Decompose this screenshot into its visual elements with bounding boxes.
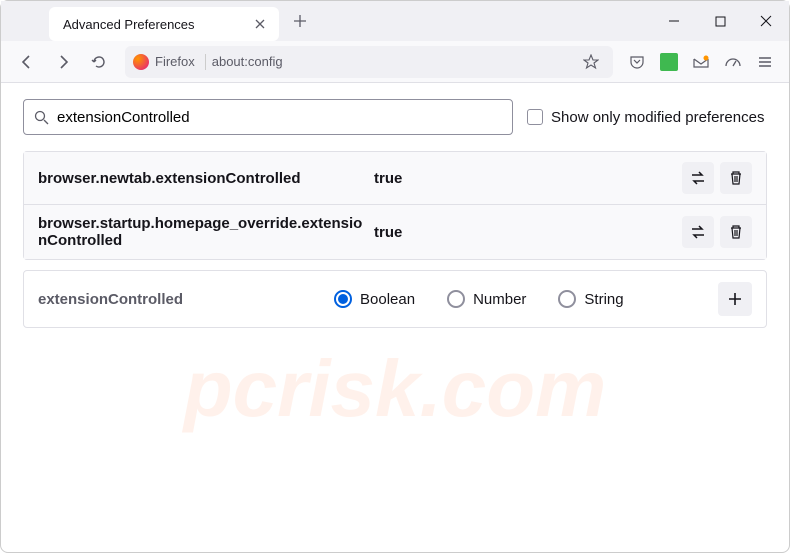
browser-tab[interactable]: Advanced Preferences	[49, 7, 279, 41]
search-box[interactable]	[23, 99, 513, 135]
forward-button[interactable]	[47, 46, 79, 78]
search-input[interactable]	[57, 109, 502, 126]
delete-button[interactable]	[720, 162, 752, 194]
preference-actions	[682, 162, 752, 194]
menu-button[interactable]	[751, 48, 779, 76]
toggle-button[interactable]	[682, 162, 714, 194]
preference-row: browser.startup.homepage_override.extens…	[24, 205, 766, 259]
browser-toolbar: Firefox about:config	[1, 41, 789, 83]
delete-button[interactable]	[720, 216, 752, 248]
activity-button[interactable]	[719, 48, 747, 76]
watermark-text: pcrisk.com	[184, 343, 606, 435]
preference-value: true	[368, 170, 682, 187]
tab-close-button[interactable]	[251, 15, 269, 33]
checkbox-icon	[527, 109, 543, 125]
account-button[interactable]	[687, 48, 715, 76]
add-preference-button[interactable]	[718, 282, 752, 316]
preference-actions	[682, 216, 752, 248]
window-controls	[651, 1, 789, 41]
maximize-button[interactable]	[697, 1, 743, 41]
show-modified-checkbox[interactable]: Show only modified preferences	[527, 109, 764, 126]
new-preference-name: extensionControlled	[38, 291, 328, 308]
identity-box[interactable]: Firefox	[133, 54, 206, 70]
preference-name: browser.newtab.extensionControlled	[38, 170, 368, 187]
back-button[interactable]	[11, 46, 43, 78]
radio-icon	[558, 290, 576, 308]
extension-icon[interactable]	[655, 48, 683, 76]
firefox-logo-icon	[133, 54, 149, 70]
pocket-button[interactable]	[623, 48, 651, 76]
minimize-button[interactable]	[651, 1, 697, 41]
radio-icon	[447, 290, 465, 308]
preference-name: browser.startup.homepage_override.extens…	[38, 215, 368, 249]
type-radio-string[interactable]: String	[558, 290, 623, 308]
new-preference-row: extensionControlled Boolean Number Strin…	[24, 271, 766, 327]
preferences-list: browser.newtab.extensionControlled true …	[23, 151, 767, 260]
show-modified-label: Show only modified preferences	[551, 109, 764, 126]
radio-icon	[334, 290, 352, 308]
preference-value: true	[368, 224, 682, 241]
preference-row: browser.newtab.extensionControlled true	[24, 152, 766, 205]
tab-title: Advanced Preferences	[63, 17, 243, 32]
type-label: Boolean	[360, 291, 415, 308]
search-row: Show only modified preferences	[23, 99, 767, 135]
titlebar: Advanced Preferences	[1, 1, 789, 41]
type-radio-number[interactable]: Number	[447, 290, 526, 308]
toggle-button[interactable]	[682, 216, 714, 248]
type-options: Boolean Number String	[328, 290, 718, 308]
search-icon	[34, 110, 49, 125]
extension-green-icon	[660, 53, 678, 71]
url-bar[interactable]: Firefox about:config	[125, 46, 613, 78]
reload-button[interactable]	[83, 46, 115, 78]
new-tab-button[interactable]	[285, 6, 315, 36]
bookmark-star-button[interactable]	[577, 48, 605, 76]
close-window-button[interactable]	[743, 1, 789, 41]
identity-label: Firefox	[155, 54, 195, 69]
type-label: String	[584, 291, 623, 308]
new-preference-block: extensionControlled Boolean Number Strin…	[23, 270, 767, 328]
url-text: about:config	[212, 54, 571, 69]
type-label: Number	[473, 291, 526, 308]
page-content: pcrisk.com Show only modified preference…	[1, 83, 789, 344]
type-radio-boolean[interactable]: Boolean	[334, 290, 415, 308]
